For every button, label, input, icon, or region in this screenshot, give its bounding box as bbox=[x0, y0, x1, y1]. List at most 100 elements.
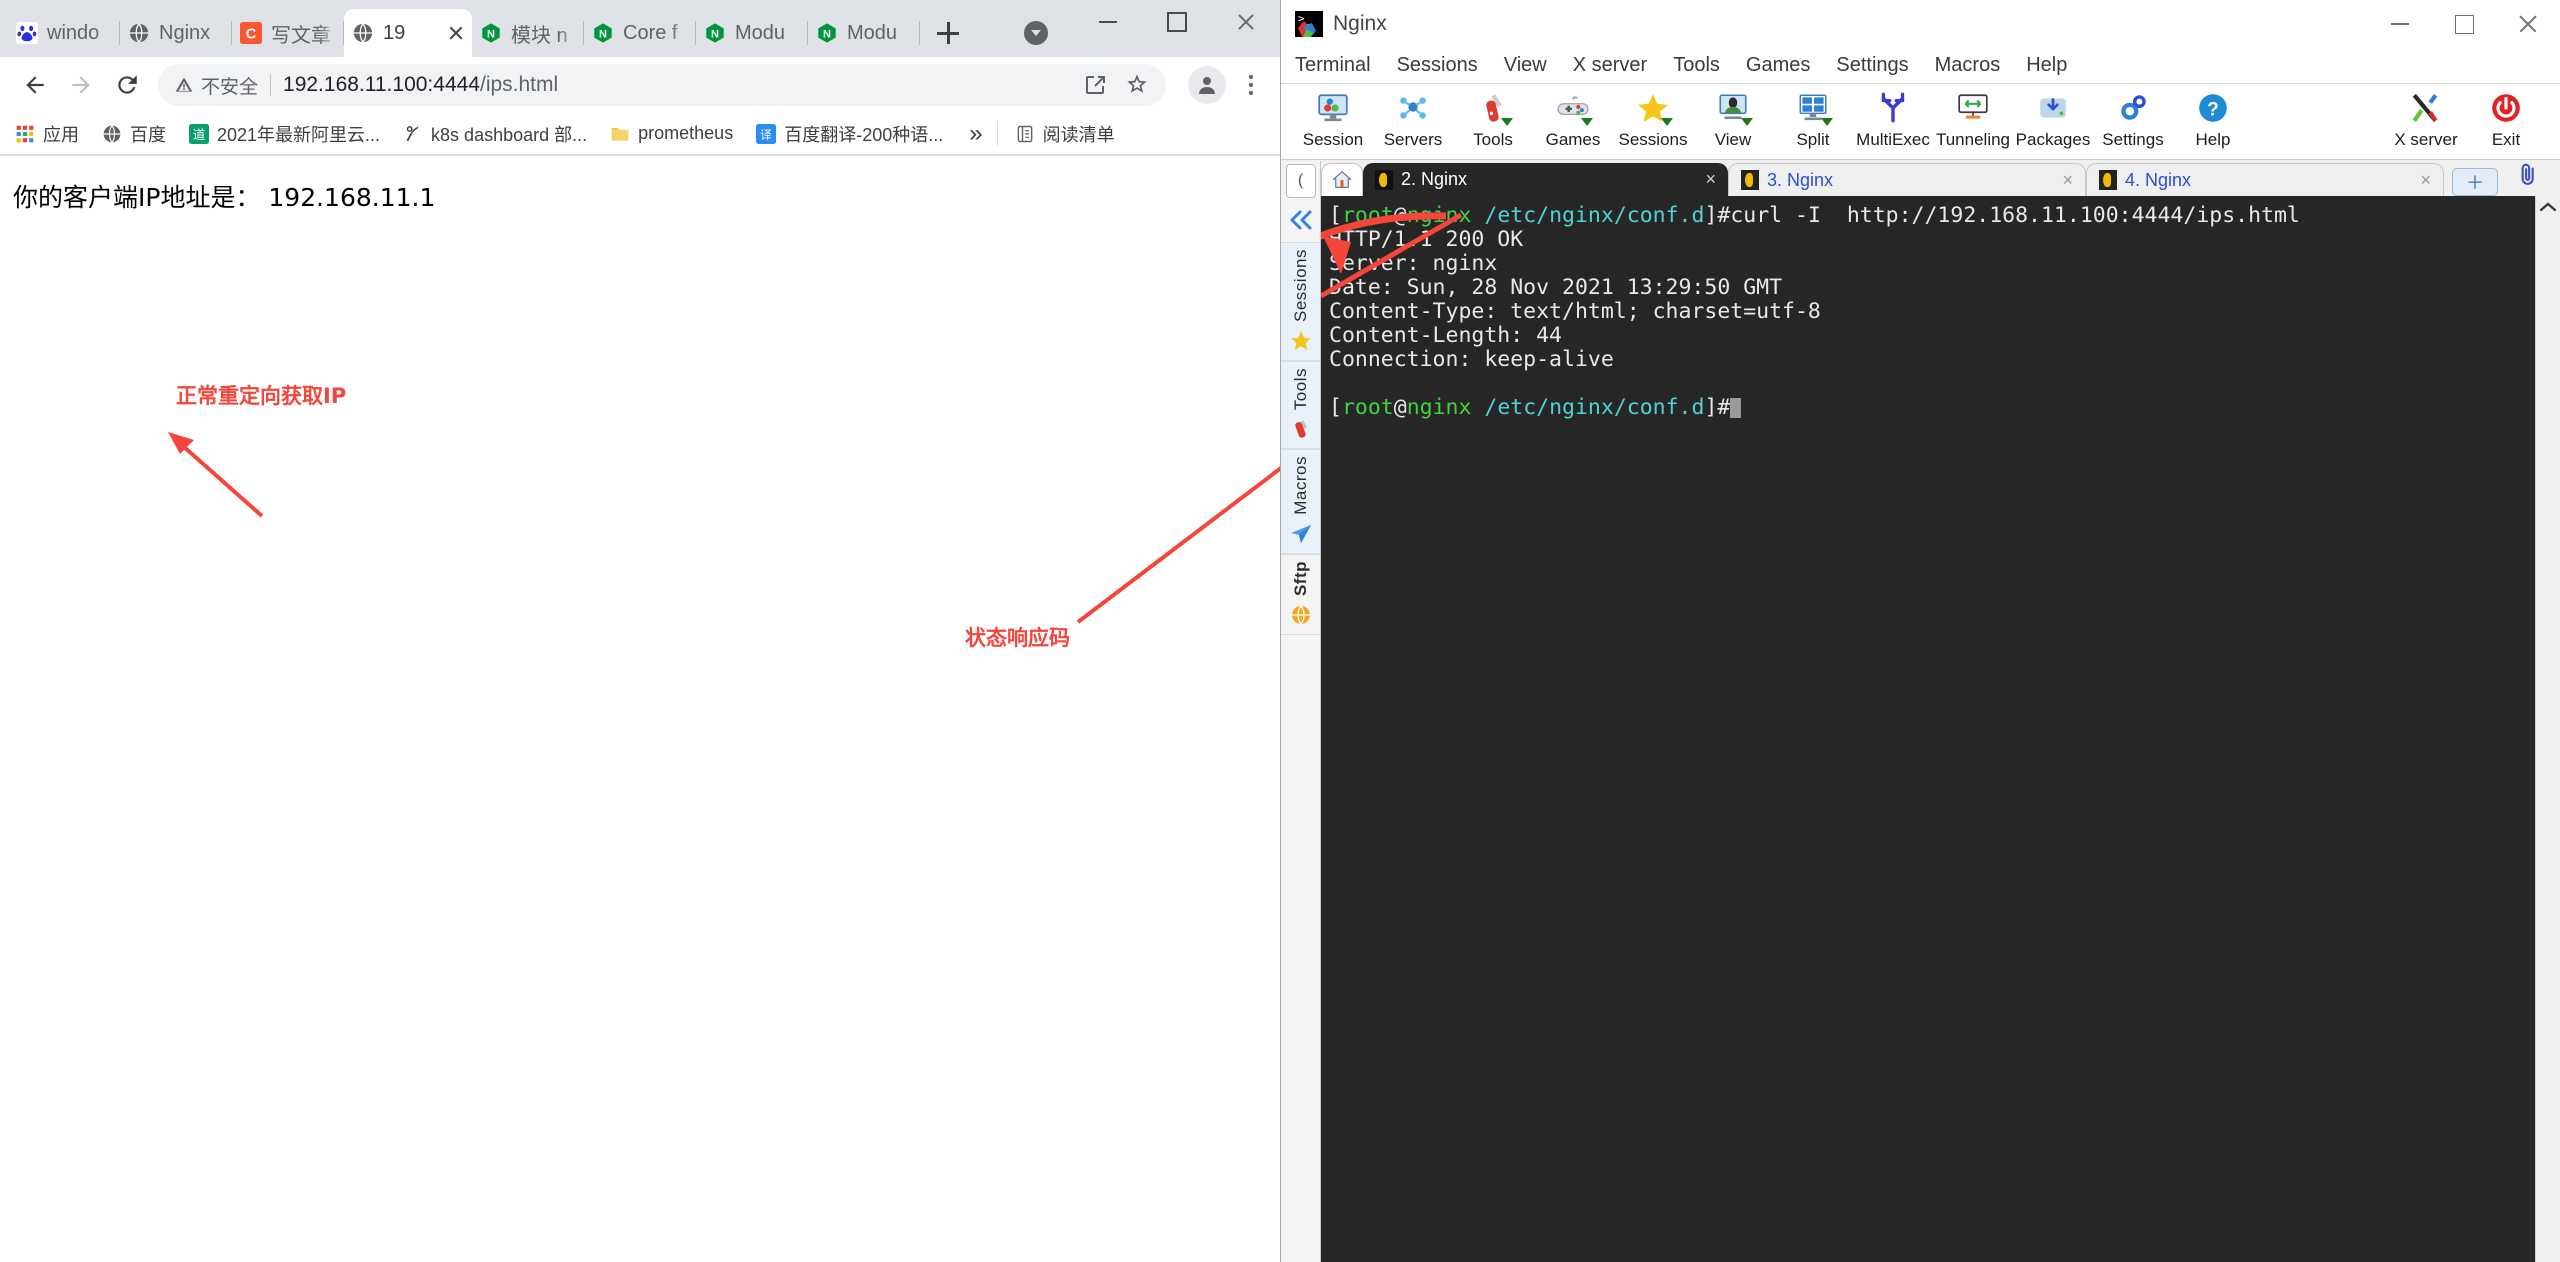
terminal-line: Content-Length: 44 bbox=[1329, 324, 2560, 348]
sidebar-item-tools[interactable]: Tools bbox=[1281, 361, 1320, 449]
reading-list-button[interactable]: 阅读清单 bbox=[1014, 121, 1115, 147]
terminal-tab-close-button[interactable]: × bbox=[2420, 170, 2431, 191]
maximize-icon bbox=[2455, 15, 2474, 34]
tab-separator bbox=[919, 21, 920, 45]
terminal-tab[interactable]: 2. Nginx× bbox=[1363, 163, 1728, 196]
terminal-text: @ bbox=[1394, 203, 1407, 228]
terminal-tab-icon bbox=[1741, 170, 1759, 190]
toolbar-button-help[interactable]: ?Help bbox=[2173, 88, 2253, 150]
bookmarks-overflow-button[interactable]: » bbox=[969, 120, 982, 148]
terminal-text: ]#curl -I http://192.168.11.100:4444/ips… bbox=[1704, 203, 2299, 228]
toolbar-button-packages[interactable]: Packages bbox=[2013, 88, 2093, 150]
toolbar-button-settings[interactable]: Settings bbox=[2093, 88, 2173, 150]
toolbar-button-view[interactable]: View bbox=[1693, 88, 1773, 150]
terminal-tab[interactable]: 3. Nginx× bbox=[1728, 163, 2086, 196]
moba-close-button[interactable] bbox=[2496, 0, 2560, 48]
sidebar-item-sftp[interactable]: Sftp bbox=[1281, 554, 1320, 635]
chevron-up-icon[interactable] bbox=[2536, 196, 2560, 218]
toolbar-button-tunneling[interactable]: Tunneling bbox=[1933, 88, 2013, 150]
security-indicator[interactable]: 不安全 bbox=[174, 72, 258, 99]
mobaxterm-home-tab[interactable] bbox=[1321, 163, 1363, 196]
back-button[interactable] bbox=[12, 62, 58, 108]
terminal-text: @ bbox=[1394, 395, 1407, 420]
star-icon bbox=[1288, 328, 1314, 354]
moba-minimize-button[interactable] bbox=[2368, 0, 2432, 48]
menu-item-macros[interactable]: Macros bbox=[1935, 54, 2001, 77]
menu-item-settings[interactable]: Settings bbox=[1836, 54, 1908, 77]
toolbar-button-label: Tools bbox=[1473, 130, 1513, 150]
browser-tab[interactable]: Nginx bbox=[120, 9, 232, 57]
terminal-tab-close-button[interactable]: × bbox=[1705, 169, 1716, 190]
chrome-maximize-button[interactable] bbox=[1142, 0, 1211, 44]
browser-tab[interactable]: windo bbox=[8, 9, 120, 57]
menu-item-help[interactable]: Help bbox=[2026, 54, 2067, 77]
minimize-icon bbox=[2391, 23, 2409, 25]
terminal-line: [root@nginx /etc/nginx/conf.d]# bbox=[1329, 396, 2560, 420]
mobaxterm-sidebar: ( Sessions Tools bbox=[1281, 161, 1321, 1262]
chrome-close-button[interactable] bbox=[1211, 0, 1280, 44]
terminal-text: Date: Sun, 28 Nov 2021 13:29:50 GMT bbox=[1329, 275, 1782, 300]
close-icon bbox=[2518, 14, 2538, 34]
annotation-status-code-label: 状态响应码 bbox=[965, 622, 1070, 652]
client-ip-text: 你的客户端IP地址是： 192.168.11.1 bbox=[13, 178, 435, 214]
terminal-tab-close-button[interactable]: × bbox=[2062, 170, 2073, 191]
menu-item-x-server[interactable]: X server bbox=[1573, 54, 1647, 77]
profile-button[interactable] bbox=[1188, 66, 1226, 104]
toolbar-button-session[interactable]: Session bbox=[1293, 88, 1373, 150]
browser-tab-label: 19 bbox=[383, 22, 444, 45]
toolbar-button-split[interactable]: Split bbox=[1773, 88, 1853, 150]
chrome-menu-button[interactable] bbox=[1234, 65, 1268, 105]
toolbar-button-tools[interactable]: Tools bbox=[1453, 88, 1533, 150]
toolbar-button-multiexec[interactable]: MultiExec bbox=[1853, 88, 1933, 150]
sidebar-toggle-button[interactable]: ( bbox=[1286, 164, 1316, 198]
mobaxterm-add-tab-button[interactable]: ＋ bbox=[2452, 168, 2498, 196]
paperclip-icon[interactable] bbox=[2514, 161, 2542, 196]
tab-close-button[interactable] bbox=[446, 23, 466, 43]
address-bar[interactable]: 不安全 192.168.11.100:4444/ips.html bbox=[158, 64, 1166, 106]
reload-button[interactable] bbox=[104, 62, 150, 108]
chrome-minimize-button[interactable] bbox=[1073, 0, 1142, 44]
sidebar-item-sessions[interactable]: Sessions bbox=[1281, 242, 1320, 361]
toolbar-button-servers[interactable]: Servers bbox=[1373, 88, 1453, 150]
omnibox-divider bbox=[270, 74, 271, 96]
bookmark-item[interactable]: 应用 bbox=[14, 121, 79, 147]
terminal-panel[interactable]: [root@nginx /etc/nginx/conf.d]#curl -I h… bbox=[1321, 196, 2560, 1262]
chrome-tab-strip: windoNginxC写文章19N模块 nNCore fNModuNModu bbox=[0, 0, 1280, 57]
toolbar-button-sessions[interactable]: Sessions bbox=[1613, 88, 1693, 150]
menu-item-games[interactable]: Games bbox=[1746, 54, 1810, 77]
star-icon[interactable] bbox=[1124, 72, 1150, 98]
mobaxterm-window: >_ Nginx TerminalSessionsViewX serverToo… bbox=[1281, 0, 2560, 1262]
sidebar-item-macros[interactable]: Macros bbox=[1281, 449, 1320, 554]
browser-tab[interactable]: NModu bbox=[808, 9, 920, 57]
bookmark-item[interactable]: prometheus bbox=[609, 123, 733, 145]
browser-tab[interactable]: NModu bbox=[696, 9, 808, 57]
bookmark-item[interactable]: 百度 bbox=[101, 121, 166, 147]
toolbar-button-games[interactable]: Games bbox=[1533, 88, 1613, 150]
sidebar-item-label: Sftp bbox=[1291, 561, 1311, 596]
tab-search-button[interactable] bbox=[1016, 13, 1056, 53]
bookmark-item[interactable]: 道2021年最新阿里云... bbox=[188, 121, 380, 147]
menu-item-view[interactable]: View bbox=[1504, 54, 1547, 77]
terminal-scrollbar[interactable] bbox=[2535, 196, 2560, 1262]
toolbar-button-label: View bbox=[1715, 130, 1752, 150]
k8s-icon bbox=[402, 123, 424, 145]
toolbar-button-exit[interactable]: Exit bbox=[2466, 88, 2546, 150]
moba-maximize-button[interactable] bbox=[2432, 0, 2496, 48]
menu-item-terminal[interactable]: Terminal bbox=[1295, 54, 1371, 77]
browser-tab[interactable]: N模块 n bbox=[472, 9, 584, 57]
browser-tab[interactable]: C写文章 bbox=[232, 9, 344, 57]
warning-triangle-icon bbox=[174, 75, 194, 95]
bookmark-item[interactable]: 译百度翻译-200种语... bbox=[755, 121, 943, 147]
new-tab-button[interactable] bbox=[926, 11, 970, 55]
browser-tab[interactable]: NCore f bbox=[584, 9, 696, 57]
toolbar-button-x-server[interactable]: X server bbox=[2386, 88, 2466, 150]
menu-item-tools[interactable]: Tools bbox=[1673, 54, 1720, 77]
chrome-browser-window: windoNginxC写文章19N模块 nNCore fNModuNModu bbox=[0, 0, 1281, 1262]
terminal-tab[interactable]: 4. Nginx× bbox=[2086, 163, 2444, 196]
bookmark-item[interactable]: k8s dashboard 部... bbox=[402, 121, 587, 147]
browser-tab[interactable]: 19 bbox=[344, 9, 472, 57]
sidebar-collapse-button[interactable] bbox=[1281, 198, 1320, 242]
share-icon[interactable] bbox=[1084, 73, 1108, 97]
forward-button[interactable] bbox=[58, 62, 104, 108]
menu-item-sessions[interactable]: Sessions bbox=[1397, 54, 1478, 77]
